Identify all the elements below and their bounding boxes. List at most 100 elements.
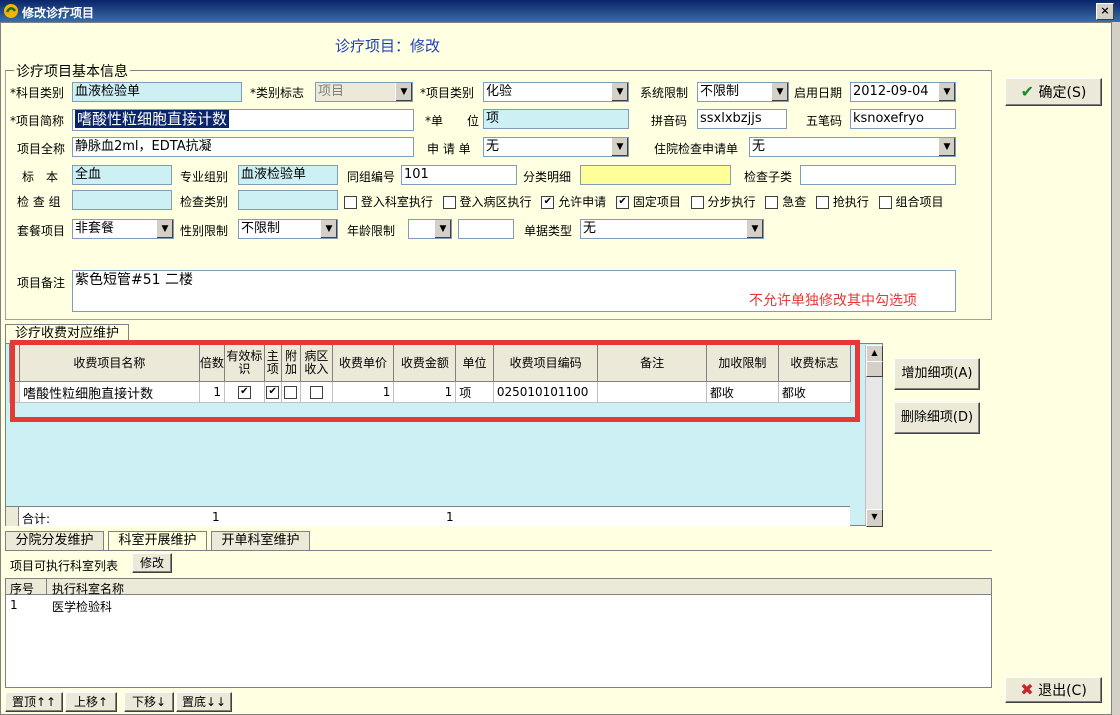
subject-category-label: *科目类别 bbox=[10, 86, 65, 100]
move-bottom-button[interactable]: 置底↓↓ bbox=[176, 692, 232, 712]
gender-select[interactable]: 不限制 ▼ bbox=[238, 219, 338, 239]
short-name-input[interactable]: 嗜酸性粒细胞直接计数 bbox=[72, 109, 414, 131]
full-name-input[interactable]: 静脉血2ml，EDTA抗凝 bbox=[72, 137, 414, 157]
check-login-dept[interactable]: 登入科室执行 bbox=[344, 195, 433, 209]
exam-sub-input[interactable] bbox=[800, 165, 956, 185]
move-down-button[interactable]: 下移↓ bbox=[124, 692, 174, 712]
window-title: 修改诊疗项目 bbox=[22, 6, 95, 20]
move-up-button[interactable]: 上移↑ bbox=[65, 692, 117, 712]
inpatient-form-select[interactable]: 无 ▼ bbox=[749, 137, 956, 157]
option-checkboxes: 登入科室执行 登入病区执行 ✔ 允许申请 ✔ 固定项目 分步执行 急查 抢执行 … bbox=[344, 193, 950, 210]
start-date-picker[interactable]: 2012-09-04 ▼ bbox=[850, 82, 956, 102]
checkbox-checked[interactable]: ✔ bbox=[616, 196, 630, 209]
wubi-input[interactable]: ksnoxefryo bbox=[850, 109, 956, 129]
window-edge bbox=[1112, 22, 1120, 715]
checkbox-checked[interactable]: ✔ bbox=[541, 196, 555, 209]
unit-field[interactable]: 项 bbox=[483, 109, 629, 129]
exam-group-label: 检 查 组 bbox=[17, 195, 61, 209]
specimen-label: 标 本 bbox=[22, 170, 59, 184]
package-select[interactable]: 非套餐 ▼ bbox=[72, 219, 174, 239]
wubi-label: 五笔码 bbox=[806, 114, 843, 128]
check-login-ward[interactable]: 登入病区执行 bbox=[442, 195, 532, 209]
col-header[interactable]: 序号 bbox=[10, 580, 34, 597]
class-detail-label: 分类明细 bbox=[523, 170, 572, 184]
modify-button[interactable]: 修改 bbox=[132, 553, 172, 573]
chevron-down-icon[interactable]: ▼ bbox=[320, 220, 337, 238]
check-rush[interactable]: 抢执行 bbox=[816, 195, 869, 209]
chevron-down-icon[interactable]: ▼ bbox=[746, 220, 763, 238]
warning-text: 不允许单独修改其中勾选项 bbox=[749, 293, 917, 309]
chevron-down-icon[interactable]: ▼ bbox=[611, 83, 628, 101]
dept-no: 1 bbox=[10, 598, 18, 612]
page-title: 诊疗项目：修改 bbox=[335, 37, 441, 55]
move-top-button[interactable]: 置顶↑↑ bbox=[5, 692, 63, 712]
checkbox[interactable] bbox=[690, 196, 704, 209]
app-icon bbox=[4, 4, 18, 18]
chevron-down-icon[interactable]: ▼ bbox=[771, 83, 788, 101]
doc-type-select[interactable]: 无 ▼ bbox=[580, 219, 764, 239]
age-unit-select[interactable]: ▼ bbox=[408, 219, 452, 239]
title-bar: 修改诊疗项目 × bbox=[0, 0, 1120, 22]
close-icon[interactable]: × bbox=[1096, 3, 1114, 20]
same-group-input[interactable]: 101 bbox=[401, 165, 517, 185]
col-divider bbox=[46, 579, 47, 595]
request-form-label: 申 请 单 bbox=[427, 142, 471, 156]
age-label: 年龄限制 bbox=[347, 224, 396, 238]
col-header[interactable]: 执行科室名称 bbox=[52, 580, 124, 597]
scroll-thumb[interactable] bbox=[866, 361, 883, 377]
chevron-down-icon[interactable]: ▼ bbox=[434, 220, 451, 238]
tab-order-dept[interactable]: 开单科室维护 bbox=[211, 531, 310, 551]
system-limit-label: 系统限制 bbox=[640, 86, 689, 100]
full-name-label: 项目全称 bbox=[17, 142, 66, 156]
fee-scrollbar[interactable]: ▲ ▼ bbox=[865, 345, 883, 527]
total-label: 合计: bbox=[22, 512, 51, 526]
chevron-down-icon[interactable]: ▼ bbox=[938, 138, 955, 156]
check-urgent[interactable]: 急查 bbox=[765, 195, 806, 209]
checkbox[interactable] bbox=[816, 196, 830, 209]
ok-button[interactable]: ✔ 确定(S) bbox=[1005, 78, 1102, 106]
list-item[interactable]: 1 医学检验科 bbox=[6, 597, 991, 614]
start-date-label: 启用日期 bbox=[794, 86, 843, 100]
tab-branch[interactable]: 分院分发维护 bbox=[5, 531, 104, 551]
check-step-exec[interactable]: 分步执行 bbox=[690, 195, 756, 209]
item-category-label: *项目类别 bbox=[420, 86, 475, 100]
pinyin-input[interactable]: ssxlxbzjjs bbox=[697, 109, 787, 129]
category-flag-select[interactable]: 项目 ▼ bbox=[315, 82, 413, 102]
total-row: 合计: 1 1 bbox=[6, 506, 850, 526]
chevron-down-icon[interactable]: ▼ bbox=[611, 138, 628, 156]
age-input[interactable] bbox=[458, 219, 514, 239]
item-category-select[interactable]: 化验 ▼ bbox=[483, 82, 629, 102]
scroll-down-icon[interactable]: ▼ bbox=[866, 509, 883, 527]
system-limit-select[interactable]: 不限制 ▼ bbox=[697, 82, 789, 102]
add-item-button[interactable]: 增加细项(A) bbox=[894, 358, 980, 390]
exam-type-field[interactable] bbox=[238, 190, 338, 210]
pinyin-label: 拼音码 bbox=[651, 114, 688, 128]
highlight-box bbox=[10, 340, 860, 422]
checkbox[interactable] bbox=[878, 196, 892, 209]
subject-category-field[interactable]: 血液检验单 bbox=[72, 82, 242, 102]
row-indicator bbox=[6, 507, 19, 526]
check-combo[interactable]: 组合项目 bbox=[878, 195, 944, 209]
same-group-label: 同组编号 bbox=[347, 170, 396, 184]
dept-list-header: 序号 执行科室名称 bbox=[6, 579, 991, 597]
chevron-down-icon[interactable]: ▼ bbox=[156, 220, 173, 238]
tab-divider bbox=[5, 550, 992, 551]
class-detail-field[interactable] bbox=[580, 165, 731, 185]
checkbox[interactable] bbox=[344, 196, 357, 209]
checkbox[interactable] bbox=[442, 196, 456, 209]
exam-group-field[interactable] bbox=[72, 190, 172, 210]
chevron-down-icon[interactable]: ▼ bbox=[938, 83, 955, 101]
specimen-field[interactable]: 全血 bbox=[72, 165, 172, 185]
request-form-select[interactable]: 无 ▼ bbox=[483, 137, 629, 157]
exit-button[interactable]: ✖ 退出(C) bbox=[1005, 677, 1102, 703]
prof-group-field[interactable]: 血液检验单 bbox=[238, 165, 338, 185]
delete-item-button[interactable]: 删除细项(D) bbox=[894, 402, 980, 434]
chevron-down-icon[interactable]: ▼ bbox=[395, 83, 412, 101]
check-allow-request[interactable]: ✔ 允许申请 bbox=[541, 195, 606, 209]
unit-label: *单 位 bbox=[425, 114, 480, 128]
total-amount: 1 bbox=[446, 510, 454, 524]
tab-dept[interactable]: 科室开展维护 bbox=[108, 531, 207, 551]
check-fixed-item[interactable]: ✔ 固定项目 bbox=[616, 195, 681, 209]
checkbox[interactable] bbox=[765, 196, 779, 209]
doc-type-label: 单据类型 bbox=[524, 224, 573, 238]
